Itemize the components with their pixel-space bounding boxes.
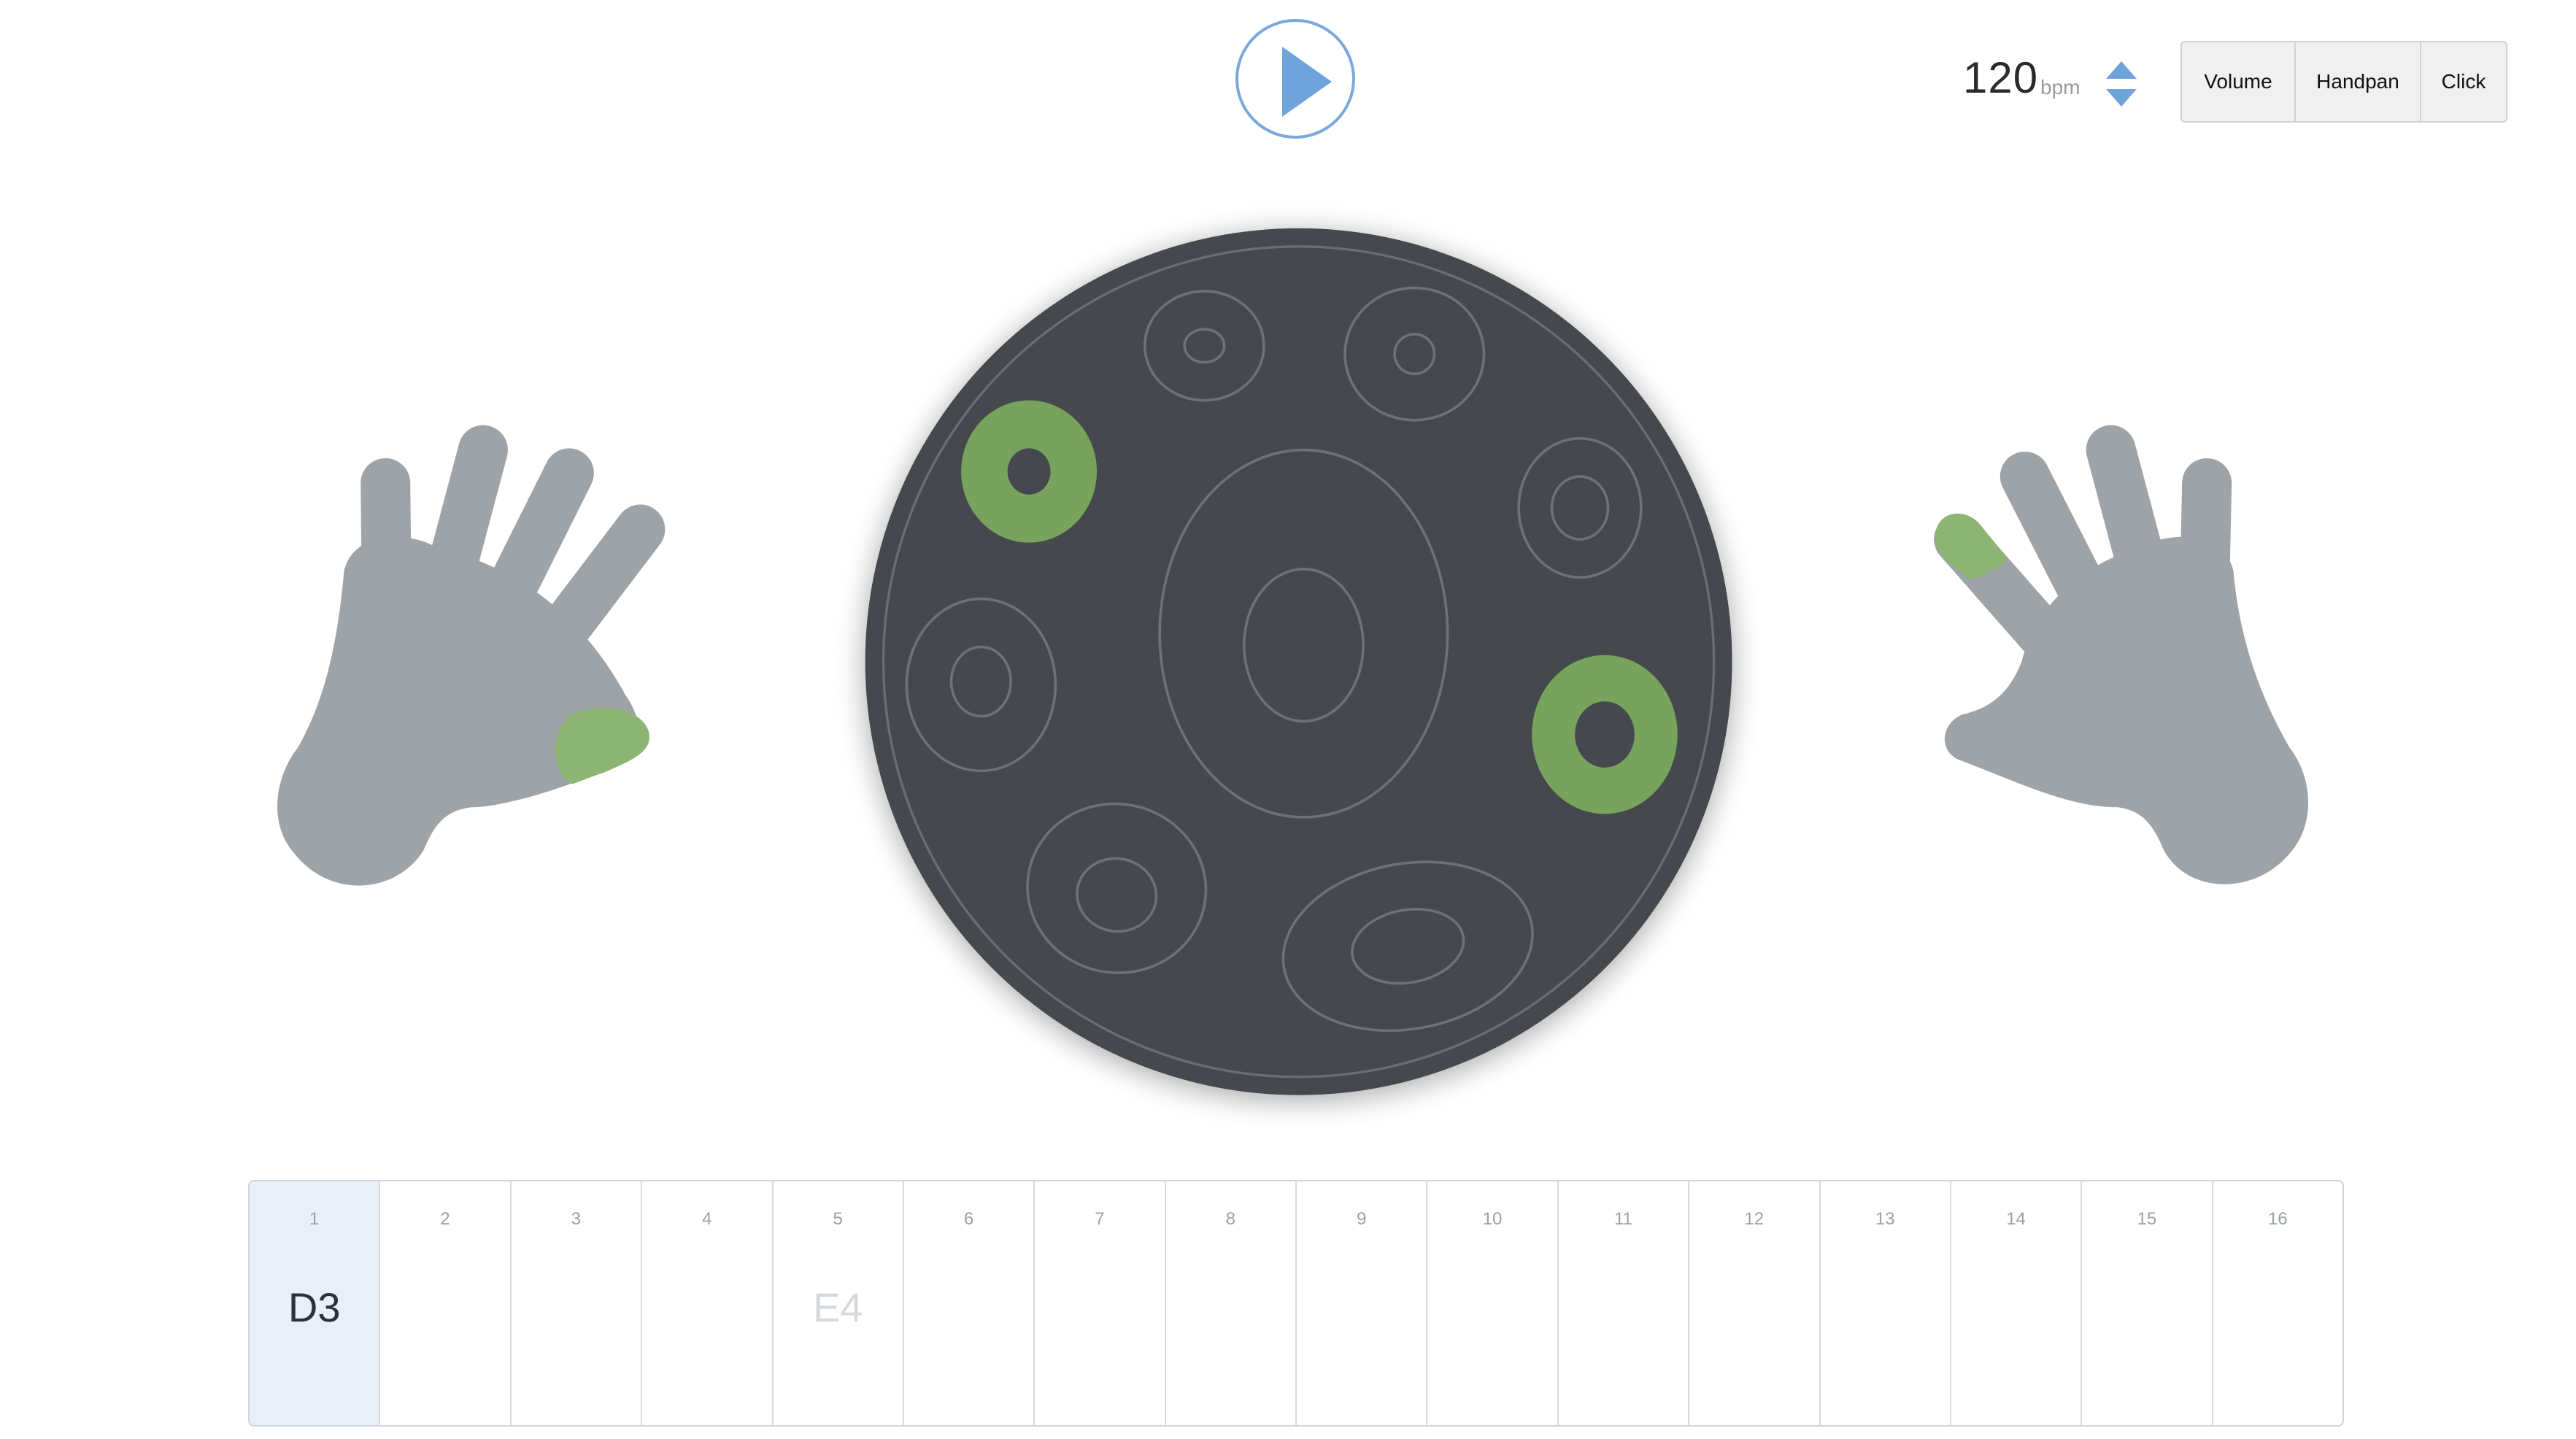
sequencer-step[interactable]: 11 [1557,1181,1688,1425]
step-number: 7 [1095,1209,1105,1229]
sequencer-step[interactable]: 12 [1688,1181,1819,1425]
sequencer-step[interactable]: 5 E4 [771,1181,903,1425]
instrument-stage [277,228,2309,1095]
step-number: 1 [309,1209,320,1229]
highlighted-tone-field-right[interactable] [1532,655,1678,814]
step-number: 16 [2267,1209,2288,1229]
step-sequencer: 1 D3 2 3 4 5 E4 6 7 8 9 10 11 12 13 14 15 16 [248,1180,2344,1427]
sequencer-step[interactable]: 8 [1164,1181,1295,1425]
sequencer-step[interactable]: 10 [1426,1181,1557,1425]
sequencer-step[interactable]: 1 D3 [250,1181,379,1425]
left-hand-icon [277,425,666,886]
step-note: D3 [288,1284,341,1330]
step-note: E4 [812,1284,863,1330]
sequencer-step[interactable]: 13 [1819,1181,1950,1425]
step-number: 14 [2006,1209,2026,1229]
step-number: 9 [1357,1209,1367,1229]
step-number: 3 [571,1209,582,1229]
step-number: 10 [1482,1209,1503,1229]
sequencer-step[interactable]: 15 [2081,1181,2211,1425]
step-number: 11 [1613,1209,1632,1229]
sequencer-step[interactable]: 2 [379,1181,509,1425]
sequencer-step[interactable]: 14 [1949,1181,2081,1425]
right-hand-icon [1934,425,2309,884]
step-number: 2 [440,1209,450,1229]
handpan-drum[interactable] [865,228,1732,1095]
step-number: 15 [2137,1209,2157,1229]
sequencer-step[interactable]: 6 [902,1181,1033,1425]
sequencer-step[interactable]: 3 [509,1181,641,1425]
sequencer-step[interactable]: 16 [2211,1181,2342,1425]
step-number: 6 [963,1209,974,1229]
step-number: 8 [1225,1209,1235,1229]
step-number: 12 [1744,1209,1765,1229]
step-number: 13 [1875,1209,1895,1229]
left-thumb-highlight [555,708,649,784]
sequencer-step[interactable]: 4 [641,1181,771,1425]
step-number: 4 [702,1209,712,1229]
sequencer-step[interactable]: 9 [1295,1181,1426,1425]
sequencer-step[interactable]: 7 [1033,1181,1164,1425]
step-number: 5 [833,1209,843,1229]
highlighted-tone-field-top-left[interactable] [961,400,1098,543]
